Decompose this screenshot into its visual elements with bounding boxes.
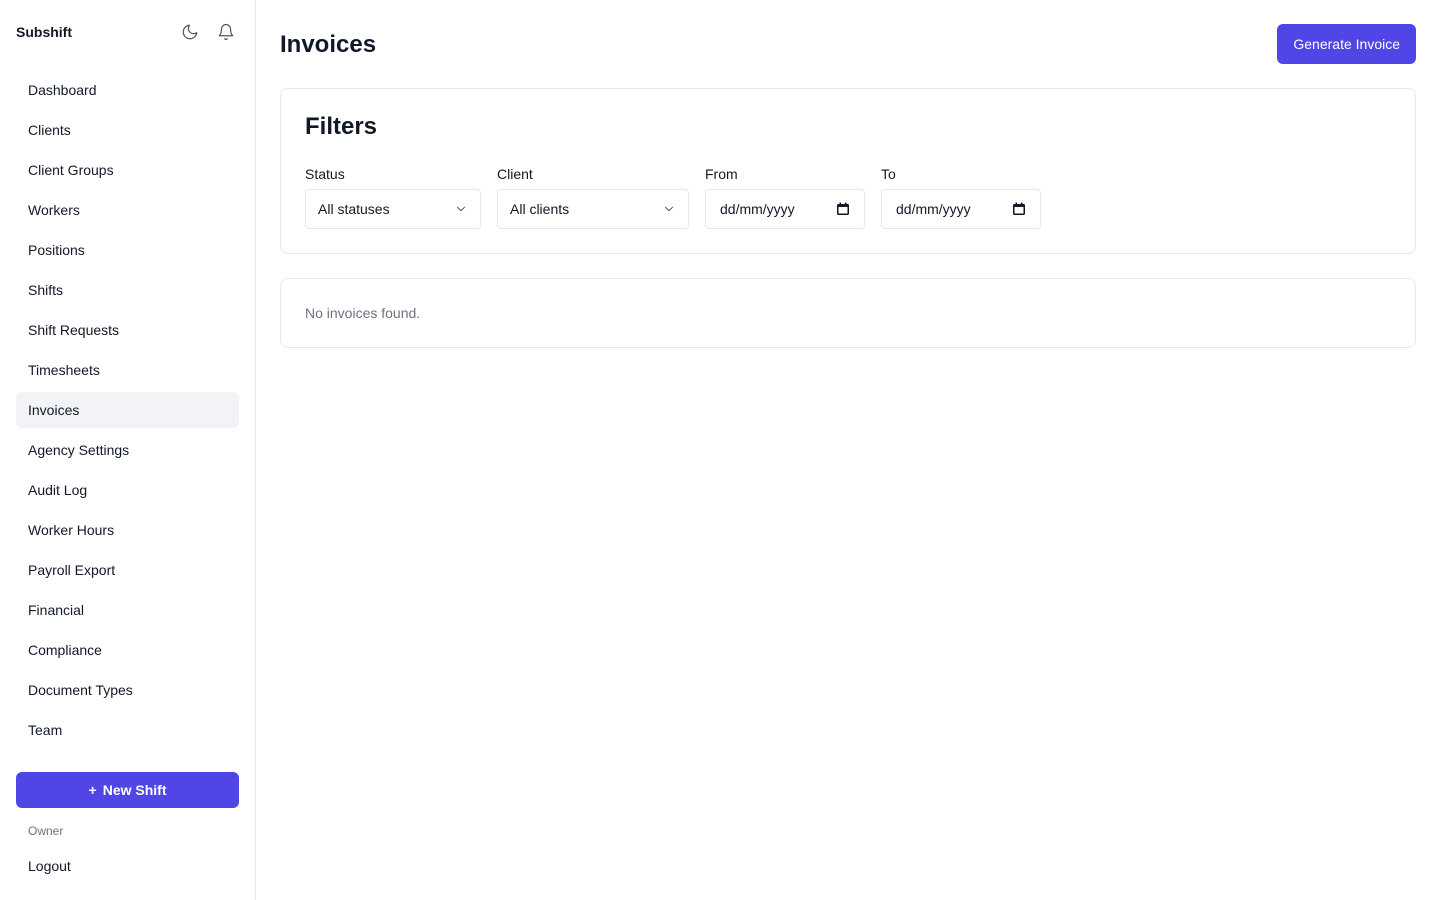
status-filter: Status All statuses xyxy=(305,167,481,229)
chevron-down-icon xyxy=(665,206,673,212)
app-name: Subshift xyxy=(16,24,72,40)
from-date-input[interactable]: dd/mm/yyyy xyxy=(705,189,865,229)
client-select[interactable]: All clients xyxy=(497,189,689,229)
filters-card: Filters Status All statuses Client All c… xyxy=(280,88,1416,254)
sidebar-item-payroll-export[interactable]: Payroll Export xyxy=(16,552,239,588)
sidebar-item-client-groups[interactable]: Client Groups xyxy=(16,152,239,188)
sidebar-item-positions[interactable]: Positions xyxy=(16,232,239,268)
sidebar-item-workers[interactable]: Workers xyxy=(16,192,239,228)
from-label: From xyxy=(705,166,738,182)
client-filter: Client All clients xyxy=(497,167,689,229)
client-label: Client xyxy=(497,166,533,182)
sidebar-item-dashboard[interactable]: Dashboard xyxy=(16,72,239,108)
sidebar: Subshift Dashboard Clients Client Groups Wo… xyxy=(0,0,256,900)
generate-invoice-button[interactable]: Generate Invoice xyxy=(1277,24,1416,64)
filters-title: Filters xyxy=(305,113,378,140)
page-title: Invoices xyxy=(280,31,377,58)
to-filter: To dd/mm/yyyy xyxy=(881,167,1041,229)
client-select-value: All clients xyxy=(510,201,570,217)
from-date-placeholder: dd/mm/yyyy xyxy=(720,201,795,217)
sidebar-item-shift-requests[interactable]: Shift Requests xyxy=(16,312,239,348)
bell-icon xyxy=(218,23,234,41)
plus-icon: + xyxy=(88,782,97,798)
sidebar-nav: Dashboard Clients Client Groups Workers Posi… xyxy=(16,72,239,752)
status-select[interactable]: All statuses xyxy=(305,189,481,229)
calendar-icon[interactable] xyxy=(836,202,850,216)
moon-icon xyxy=(182,24,198,40)
to-date-input[interactable]: dd/mm/yyyy xyxy=(881,189,1041,229)
new-shift-button[interactable]: + New Shift xyxy=(16,772,239,808)
sidebar-item-audit-log[interactable]: Audit Log xyxy=(16,472,239,508)
sidebar-item-timesheets[interactable]: Timesheets xyxy=(16,352,239,388)
status-label: Status xyxy=(305,166,345,182)
notifications-button[interactable] xyxy=(212,18,240,46)
brand-row: Subshift xyxy=(16,14,240,50)
logout-link[interactable]: Logout xyxy=(16,848,239,884)
to-label: To xyxy=(881,166,896,182)
sidebar-item-document-types[interactable]: Document Types xyxy=(16,672,239,708)
chevron-down-icon xyxy=(457,206,465,212)
empty-state-message: No invoices found. xyxy=(305,305,421,321)
calendar-icon[interactable] xyxy=(1012,202,1026,216)
sidebar-item-invoices[interactable]: Invoices xyxy=(16,392,239,428)
from-filter: From dd/mm/yyyy xyxy=(705,167,865,229)
theme-toggle-button[interactable] xyxy=(176,18,204,46)
to-date-placeholder: dd/mm/yyyy xyxy=(896,201,971,217)
sidebar-item-team[interactable]: Team xyxy=(16,712,239,748)
user-role: Owner xyxy=(28,824,64,838)
sidebar-item-compliance[interactable]: Compliance xyxy=(16,632,239,668)
sidebar-item-clients[interactable]: Clients xyxy=(16,112,239,148)
invoices-list-card: No invoices found. xyxy=(280,278,1416,348)
status-select-value: All statuses xyxy=(318,201,390,217)
sidebar-item-worker-hours[interactable]: Worker Hours xyxy=(16,512,239,548)
main-content: Invoices Generate Invoice Filters Status… xyxy=(256,0,1440,900)
sidebar-item-financial[interactable]: Financial xyxy=(16,592,239,628)
new-shift-label: New Shift xyxy=(102,782,167,798)
sidebar-item-shifts[interactable]: Shifts xyxy=(16,272,239,308)
sidebar-item-agency-settings[interactable]: Agency Settings xyxy=(16,432,239,468)
